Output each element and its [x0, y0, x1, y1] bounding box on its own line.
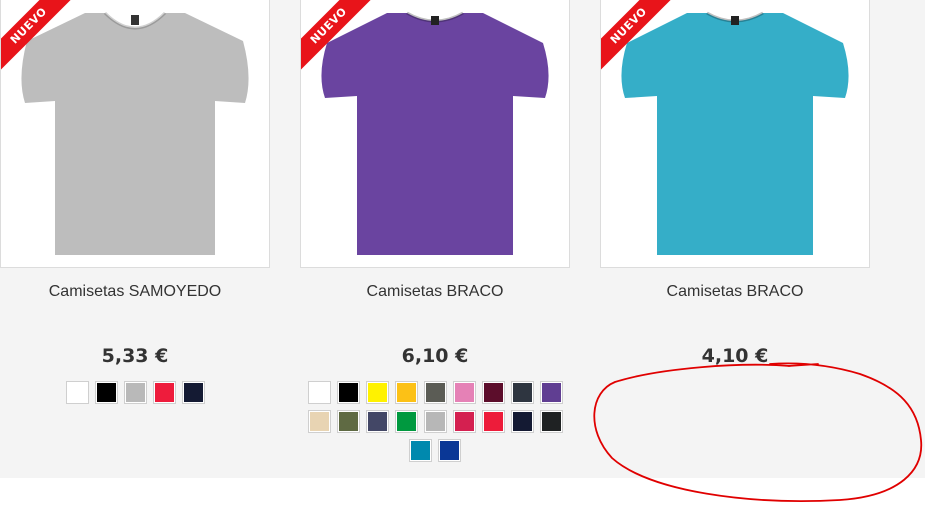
color-swatch[interactable]	[510, 381, 534, 404]
color-swatch[interactable]	[510, 410, 534, 433]
color-swatch[interactable]	[181, 381, 205, 404]
color-swatch[interactable]	[307, 381, 331, 404]
color-swatches	[300, 378, 570, 465]
product-image[interactable]: NUEVO	[0, 0, 270, 268]
color-swatch[interactable]	[409, 439, 432, 462]
product-image[interactable]: NUEVO	[600, 0, 870, 268]
color-swatch[interactable]	[123, 381, 147, 404]
color-swatch[interactable]	[423, 381, 447, 404]
product-image[interactable]: NUEVO	[300, 0, 570, 268]
product-price: 6,10 €	[401, 345, 469, 367]
color-swatch[interactable]	[65, 381, 89, 404]
color-swatch[interactable]	[394, 381, 418, 404]
color-swatch[interactable]	[452, 381, 476, 404]
color-swatch[interactable]	[438, 439, 461, 462]
color-swatch[interactable]	[365, 410, 389, 433]
product-title[interactable]: Camisetas SAMOYEDO	[0, 283, 270, 301]
product-price: 5,33 €	[101, 345, 169, 367]
color-swatch[interactable]	[152, 381, 176, 404]
tshirt-image	[21, 11, 249, 255]
product-card[interactable]: NUEVO Camisetas BRACO 4,10 €	[600, 0, 870, 470]
product-title[interactable]: Camisetas BRACO	[600, 283, 870, 301]
tshirt-image	[621, 11, 849, 255]
color-swatch[interactable]	[336, 381, 360, 404]
color-swatch[interactable]	[365, 381, 389, 404]
color-swatch[interactable]	[452, 410, 476, 433]
color-swatches	[57, 378, 213, 407]
color-swatch[interactable]	[94, 381, 118, 404]
color-swatch[interactable]	[307, 410, 331, 433]
product-title[interactable]: Camisetas BRACO	[300, 283, 570, 301]
color-swatch[interactable]	[394, 410, 418, 433]
color-swatch[interactable]	[423, 410, 447, 433]
color-swatch[interactable]	[539, 410, 563, 433]
color-swatch[interactable]	[481, 410, 505, 433]
color-swatch[interactable]	[336, 410, 360, 433]
color-swatch[interactable]	[539, 381, 563, 404]
product-price: 4,10 €	[701, 345, 769, 367]
tshirt-image	[321, 11, 549, 255]
color-swatch[interactable]	[481, 381, 505, 404]
product-card[interactable]: NUEVO Camisetas BRACO 6,10 €	[300, 0, 570, 470]
product-card[interactable]: NUEVO Camisetas SAMOYEDO 5,33 €	[0, 0, 270, 470]
page-footer-strip	[0, 478, 925, 508]
